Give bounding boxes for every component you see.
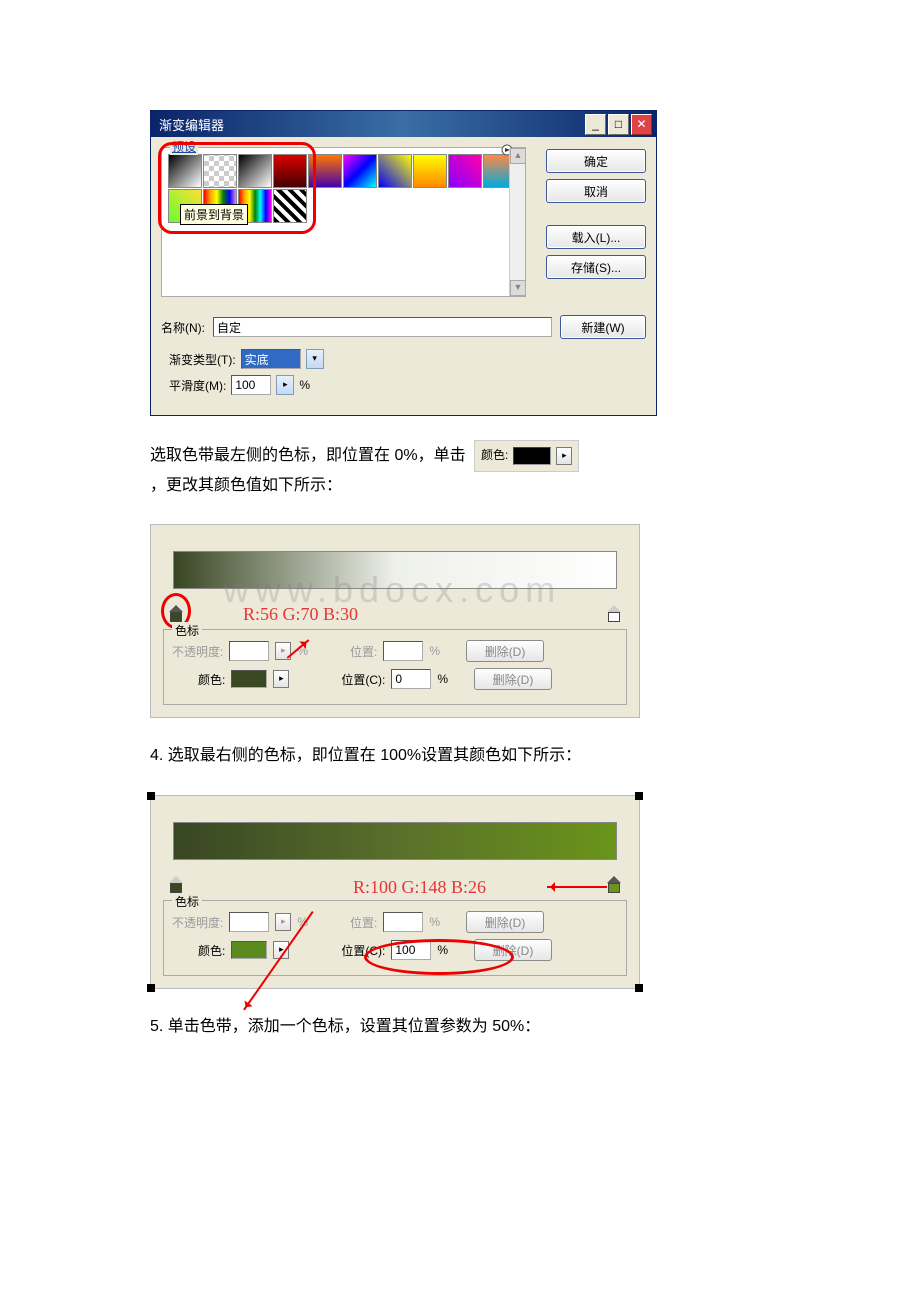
preset-swatch[interactable] <box>343 154 377 188</box>
annotation-text: R:56 G:70 B:30 <box>243 604 358 625</box>
preset-swatch[interactable] <box>308 154 342 188</box>
color-stop-right[interactable] <box>607 605 621 621</box>
close-button[interactable]: ✕ <box>631 114 652 135</box>
opacity-position-field <box>383 912 423 932</box>
annotation-arrow <box>547 886 607 888</box>
color-swatch[interactable] <box>231 941 267 959</box>
percent-label: % <box>429 915 440 929</box>
position-label: 位置: <box>350 914 377 931</box>
color-swatch[interactable] <box>513 447 551 465</box>
presets-label: 预设 <box>170 138 198 155</box>
opacity-field <box>229 641 269 661</box>
selection-handle <box>147 984 155 992</box>
scroll-up-icon[interactable]: ▲ <box>510 148 526 164</box>
gradient-type-label: 渐变类型(T): <box>169 351 236 368</box>
preset-swatch[interactable] <box>168 154 202 188</box>
smoothness-label: 平滑度(M): <box>169 377 226 394</box>
preset-swatch[interactable] <box>273 189 307 223</box>
position-field[interactable] <box>391 940 431 960</box>
gradient-bar[interactable] <box>173 822 617 860</box>
gradient-editor-dialog: 渐变编辑器 _ □ ✕ 预设 <box>150 110 657 416</box>
selection-handle <box>635 984 643 992</box>
instruction-text: 5. 单击色带，添加一个色标，设置其位置参数为 50%： <box>150 1013 770 1042</box>
position-label: 位置: <box>350 643 377 660</box>
maximize-button[interactable]: □ <box>608 114 629 135</box>
dropdown-icon[interactable]: ▾ <box>306 349 324 369</box>
position-field[interactable] <box>391 669 431 689</box>
color-picker-widget: 颜色: ▸ <box>474 440 579 472</box>
percent-label: % <box>299 378 310 392</box>
flyout-arrow-icon[interactable]: ▸ <box>556 447 572 465</box>
preset-swatch[interactable] <box>273 154 307 188</box>
percent-label: % <box>437 943 448 957</box>
gradient-stops-panel: R:56 G:70 B:30 www.bdocx.com 色标 不透明度: ▸ … <box>150 524 640 718</box>
selection-handle <box>635 792 643 800</box>
selection-handle <box>147 792 155 800</box>
preset-swatch[interactable] <box>413 154 447 188</box>
presets-panel: 预设 <box>161 147 526 297</box>
position-c-label: 位置(C): <box>341 942 385 959</box>
stepper-icon: ▸ <box>275 913 291 931</box>
opacity-position-field <box>383 641 423 661</box>
new-button[interactable]: 新建(W) <box>560 315 646 339</box>
opacity-field <box>229 912 269 932</box>
color-label: 颜色: <box>198 671 225 688</box>
gradient-type-select[interactable]: 实底 <box>241 349 301 369</box>
color-swatch[interactable] <box>231 670 267 688</box>
scrollbar[interactable]: ▲ ▼ <box>509 148 525 296</box>
gradient-stops-panel: R:100 G:148 B:26 色标 不透明度: ▸ % 位置: % 删除(D… <box>150 795 640 989</box>
stops-fieldset: 色标 不透明度: ▸ % 位置: % 删除(D) 颜色: ▸ 位置(C): <box>163 900 627 976</box>
delete-opacity-button: 删除(D) <box>466 640 544 662</box>
percent-label: % <box>429 644 440 658</box>
delete-opacity-button: 删除(D) <box>466 911 544 933</box>
preset-swatch[interactable] <box>203 154 237 188</box>
smoothness-field[interactable] <box>231 375 271 395</box>
color-stop-left[interactable] <box>169 605 183 621</box>
name-field[interactable] <box>213 317 552 337</box>
stops-legend: 色标 <box>172 622 202 639</box>
ok-button[interactable]: 确定 <box>546 149 646 173</box>
delete-color-button[interactable]: 删除(D) <box>474 668 552 690</box>
name-label: 名称(N): <box>161 319 205 336</box>
color-label: 颜色: <box>481 445 508 467</box>
cancel-button[interactable]: 取消 <box>546 179 646 203</box>
preset-tooltip: 前景到背景 <box>180 204 248 225</box>
preset-swatch[interactable] <box>448 154 482 188</box>
color-stop-left[interactable] <box>169 876 183 892</box>
percent-label: % <box>437 672 448 686</box>
save-button[interactable]: 存储(S)... <box>546 255 646 279</box>
delete-color-button[interactable]: 删除(D) <box>474 939 552 961</box>
color-stop-right[interactable] <box>607 876 621 892</box>
dialog-title: 渐变编辑器 <box>159 115 224 134</box>
flyout-arrow-icon[interactable]: ▸ <box>273 670 289 688</box>
load-button[interactable]: 载入(L)... <box>546 225 646 249</box>
opacity-label: 不透明度: <box>172 914 223 931</box>
stepper-icon[interactable]: ▸ <box>276 375 294 395</box>
instruction-text: 4. 选取最右侧的色标，即位置在 100%设置其颜色如下所示： <box>150 742 770 771</box>
opacity-label: 不透明度: <box>172 643 223 660</box>
minimize-button[interactable]: _ <box>585 114 606 135</box>
stops-fieldset: 色标 不透明度: ▸ % 位置: % 删除(D) 颜色: ▸ 位置(C): <box>163 629 627 705</box>
stops-legend: 色标 <box>172 893 202 910</box>
annotation-text: R:100 G:148 B:26 <box>353 877 486 898</box>
preset-swatch[interactable] <box>238 154 272 188</box>
dialog-titlebar[interactable]: 渐变编辑器 _ □ ✕ <box>151 111 656 137</box>
position-c-label: 位置(C): <box>341 671 385 688</box>
color-label: 颜色: <box>198 942 225 959</box>
preset-swatch[interactable] <box>378 154 412 188</box>
scroll-down-icon[interactable]: ▼ <box>510 280 526 296</box>
instruction-text: 选取色带最左侧的色标，即位置在 0%，单击 颜色: ▸ ，更改其颜色值如下所示： <box>150 440 770 500</box>
gradient-bar[interactable] <box>173 551 617 589</box>
